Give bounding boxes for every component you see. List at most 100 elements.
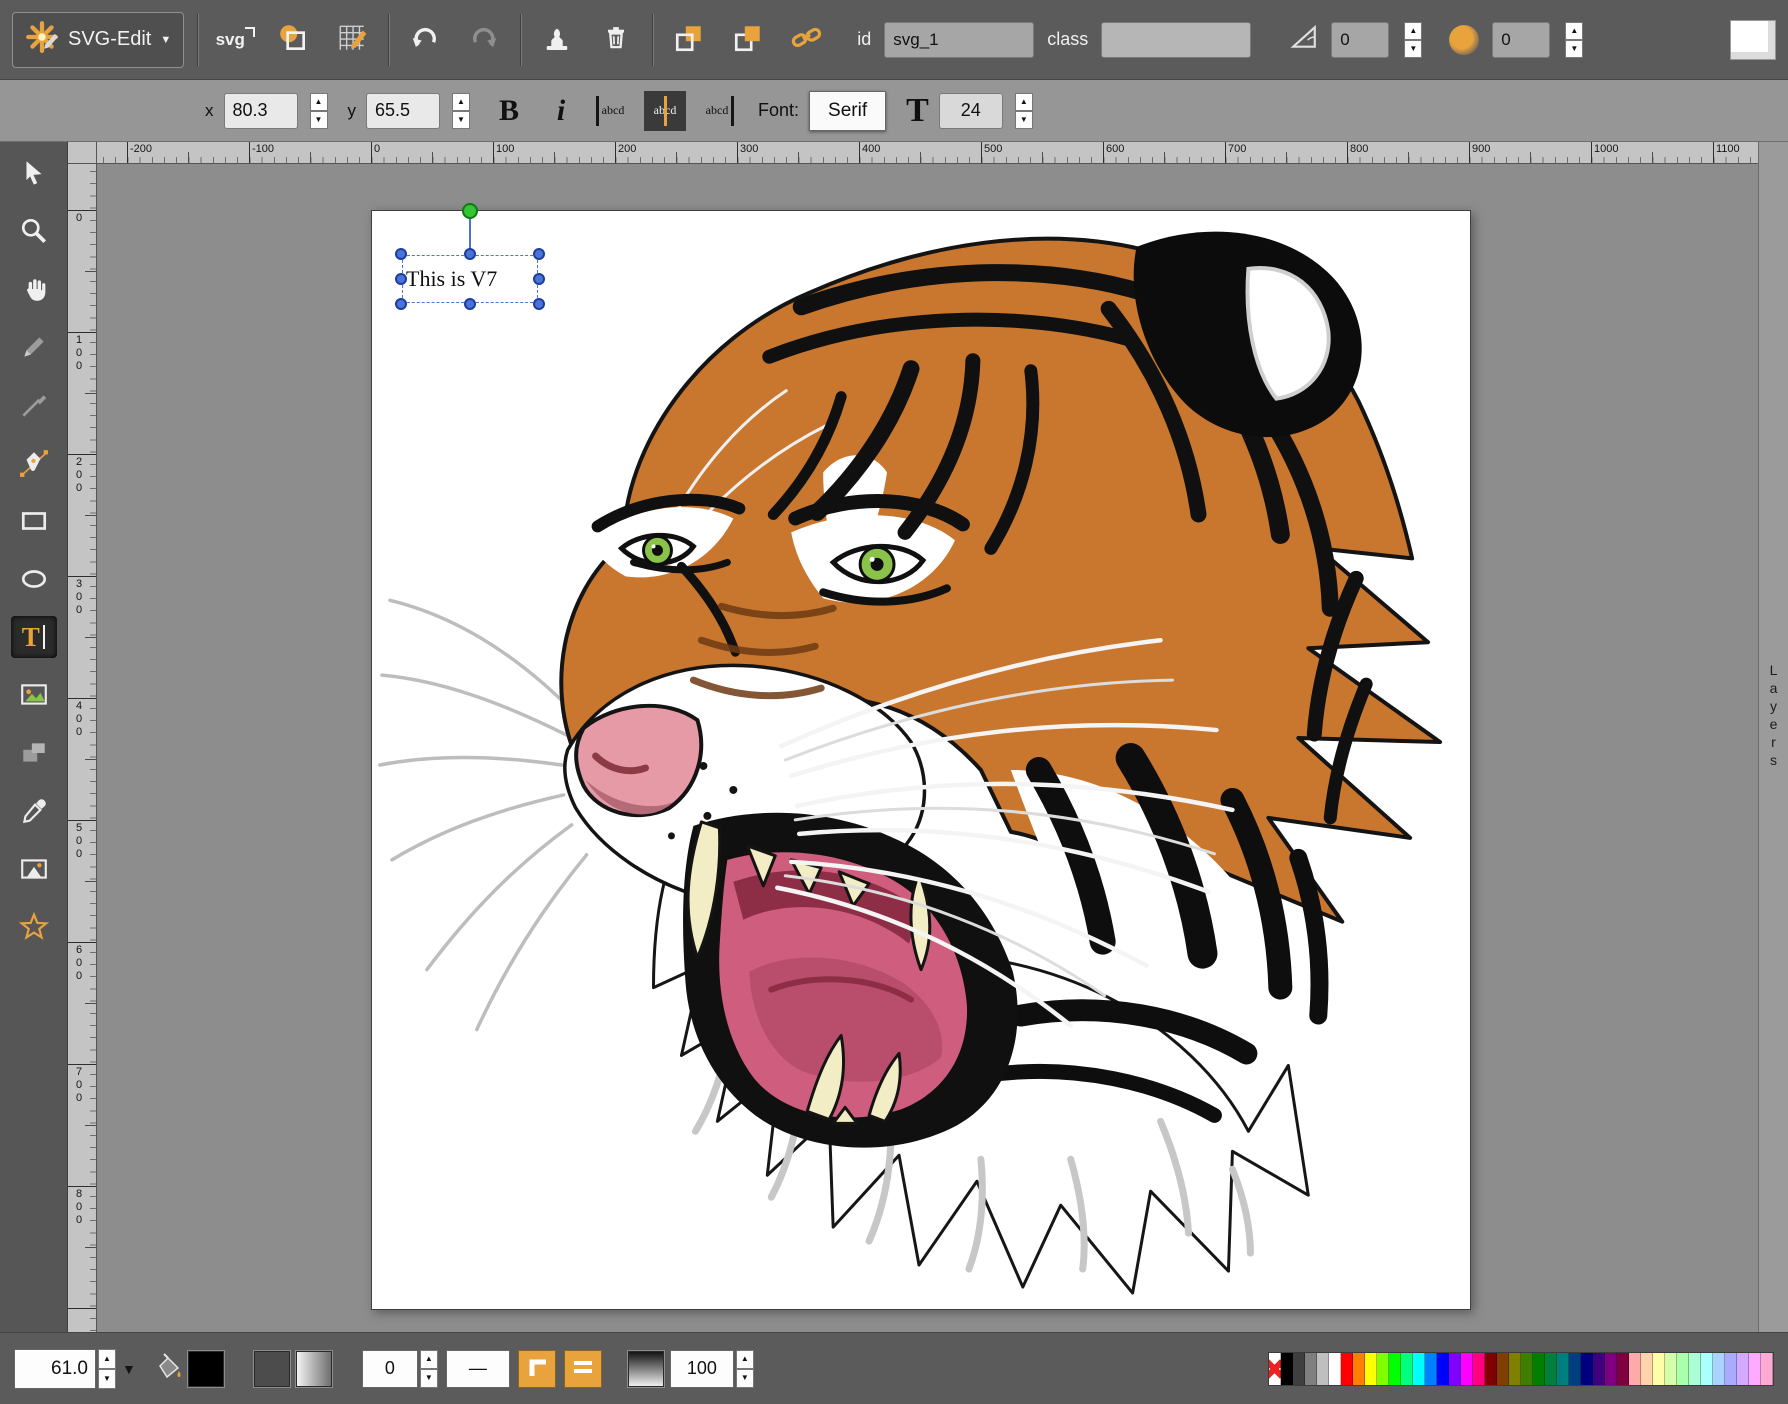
main-menu-button[interactable]: SVG-Edit ▼ xyxy=(12,12,184,68)
pan-tool[interactable] xyxy=(11,268,57,310)
make-link-button[interactable] xyxy=(784,17,830,63)
rectangle-tool[interactable] xyxy=(11,500,57,542)
resize-handle-n[interactable] xyxy=(464,248,476,260)
tiger-artwork[interactable] xyxy=(372,211,1470,1309)
resize-handle-se[interactable] xyxy=(533,298,545,310)
opacity-input[interactable]: 100 xyxy=(670,1350,734,1388)
resize-handle-ne[interactable] xyxy=(533,248,545,260)
palette-swatch[interactable] xyxy=(1353,1353,1365,1385)
blur-increment[interactable]: ▲ xyxy=(1565,22,1583,40)
background-color-swatch[interactable] xyxy=(1730,20,1776,60)
text-anchor-start-button[interactable]: abcd xyxy=(592,91,634,131)
element-class-input[interactable] xyxy=(1101,22,1251,58)
star-tool[interactable] xyxy=(11,906,57,948)
palette-swatch[interactable] xyxy=(1725,1353,1737,1385)
palette-swatch[interactable] xyxy=(1497,1353,1509,1385)
x-increment[interactable]: ▲ xyxy=(310,93,328,111)
stroke-width-decrement[interactable]: ▼ xyxy=(420,1369,438,1388)
font-size-decrement[interactable]: ▼ xyxy=(1015,111,1033,129)
resize-handle-nw[interactable] xyxy=(395,248,407,260)
palette-swatch[interactable] xyxy=(1317,1353,1329,1385)
bold-button[interactable]: B xyxy=(488,89,530,133)
palette-swatch[interactable] xyxy=(1749,1353,1761,1385)
opacity-increment[interactable]: ▲ xyxy=(736,1350,754,1369)
palette-swatch[interactable] xyxy=(1737,1353,1749,1385)
fill-color-swatch[interactable] xyxy=(188,1351,224,1387)
palette-swatch[interactable] xyxy=(1473,1353,1485,1385)
font-size-increment[interactable]: ▲ xyxy=(1015,93,1033,111)
stroke-linecap-button[interactable] xyxy=(564,1350,602,1388)
resize-handle-sw[interactable] xyxy=(395,298,407,310)
palette-swatch[interactable] xyxy=(1701,1353,1713,1385)
palette-swatch[interactable] xyxy=(1713,1353,1725,1385)
clone-button[interactable] xyxy=(534,17,580,63)
palette-swatch[interactable] xyxy=(1689,1353,1701,1385)
palette-swatch[interactable] xyxy=(1341,1353,1353,1385)
text-anchor-middle-button[interactable]: abcd xyxy=(644,91,686,131)
palette-swatch[interactable] xyxy=(1557,1353,1569,1385)
zoom-input[interactable]: 61.0 xyxy=(14,1349,96,1389)
stroke-color-swatch[interactable] xyxy=(254,1351,290,1387)
italic-button[interactable]: i xyxy=(540,89,582,133)
shape-library-tool[interactable] xyxy=(11,732,57,774)
palette-swatch[interactable] xyxy=(1521,1353,1533,1385)
ellipse-tool[interactable] xyxy=(11,558,57,600)
edit-source-button[interactable]: svg xyxy=(211,17,257,63)
select-tool[interactable] xyxy=(11,152,57,194)
palette-swatch[interactable] xyxy=(1581,1353,1593,1385)
stroke-dash-select[interactable]: — xyxy=(446,1350,510,1388)
zoom-tool[interactable] xyxy=(11,210,57,252)
zoom-menu-caret-icon[interactable]: ▼ xyxy=(122,1361,136,1377)
x-coordinate-input[interactable] xyxy=(224,93,298,129)
pencil-tool[interactable] xyxy=(11,326,57,368)
palette-swatch[interactable] xyxy=(1329,1353,1341,1385)
palette-swatch[interactable] xyxy=(1677,1353,1689,1385)
palette-swatch[interactable] xyxy=(1605,1353,1617,1385)
palette-swatch[interactable] xyxy=(1377,1353,1389,1385)
palette-none-swatch[interactable] xyxy=(1269,1353,1281,1385)
palette-swatch[interactable] xyxy=(1437,1353,1449,1385)
angle-increment[interactable]: ▲ xyxy=(1404,22,1422,40)
palette-swatch[interactable] xyxy=(1665,1353,1677,1385)
palette-swatch[interactable] xyxy=(1533,1353,1545,1385)
image-tool[interactable] xyxy=(11,674,57,716)
move-to-top-button[interactable] xyxy=(725,17,771,63)
palette-swatch[interactable] xyxy=(1425,1353,1437,1385)
grid-button[interactable] xyxy=(329,17,375,63)
palette-swatch[interactable] xyxy=(1617,1353,1629,1385)
resize-handle-s[interactable] xyxy=(464,298,476,310)
undo-button[interactable] xyxy=(402,17,448,63)
palette-swatch[interactable] xyxy=(1413,1353,1425,1385)
y-coordinate-input[interactable] xyxy=(366,93,440,129)
canvas-text-element[interactable]: This is V7 xyxy=(406,255,497,303)
eyedropper-tool[interactable] xyxy=(11,790,57,832)
palette-swatch[interactable] xyxy=(1761,1353,1773,1385)
redo-button[interactable] xyxy=(461,17,507,63)
x-decrement[interactable]: ▼ xyxy=(310,111,328,129)
line-tool[interactable] xyxy=(11,384,57,426)
blur-input[interactable] xyxy=(1492,22,1550,58)
opacity-gradient-swatch[interactable] xyxy=(628,1351,664,1387)
palette-swatch[interactable] xyxy=(1293,1353,1305,1385)
palette-swatch[interactable] xyxy=(1281,1353,1293,1385)
y-increment[interactable]: ▲ xyxy=(452,93,470,111)
palette-swatch[interactable] xyxy=(1593,1353,1605,1385)
rotate-handle[interactable] xyxy=(462,203,478,219)
palette-swatch[interactable] xyxy=(1401,1353,1413,1385)
move-to-bottom-button[interactable] xyxy=(666,17,712,63)
stroke-paint-swatch[interactable] xyxy=(296,1351,332,1387)
delete-button[interactable] xyxy=(593,17,639,63)
resize-handle-w[interactable] xyxy=(395,273,407,285)
palette-swatch[interactable] xyxy=(1365,1353,1377,1385)
palette-swatch[interactable] xyxy=(1305,1353,1317,1385)
opacity-decrement[interactable]: ▼ xyxy=(736,1369,754,1388)
stroke-linejoin-button[interactable] xyxy=(518,1350,556,1388)
palette-swatch[interactable] xyxy=(1485,1353,1497,1385)
blur-decrement[interactable]: ▼ xyxy=(1565,40,1583,58)
angle-decrement[interactable]: ▼ xyxy=(1404,40,1422,58)
palette-swatch[interactable] xyxy=(1629,1353,1641,1385)
svg-canvas[interactable]: This is V7 xyxy=(371,210,1471,1310)
palette-swatch[interactable] xyxy=(1449,1353,1461,1385)
palette-swatch[interactable] xyxy=(1569,1353,1581,1385)
text-tool[interactable]: T xyxy=(11,616,57,658)
